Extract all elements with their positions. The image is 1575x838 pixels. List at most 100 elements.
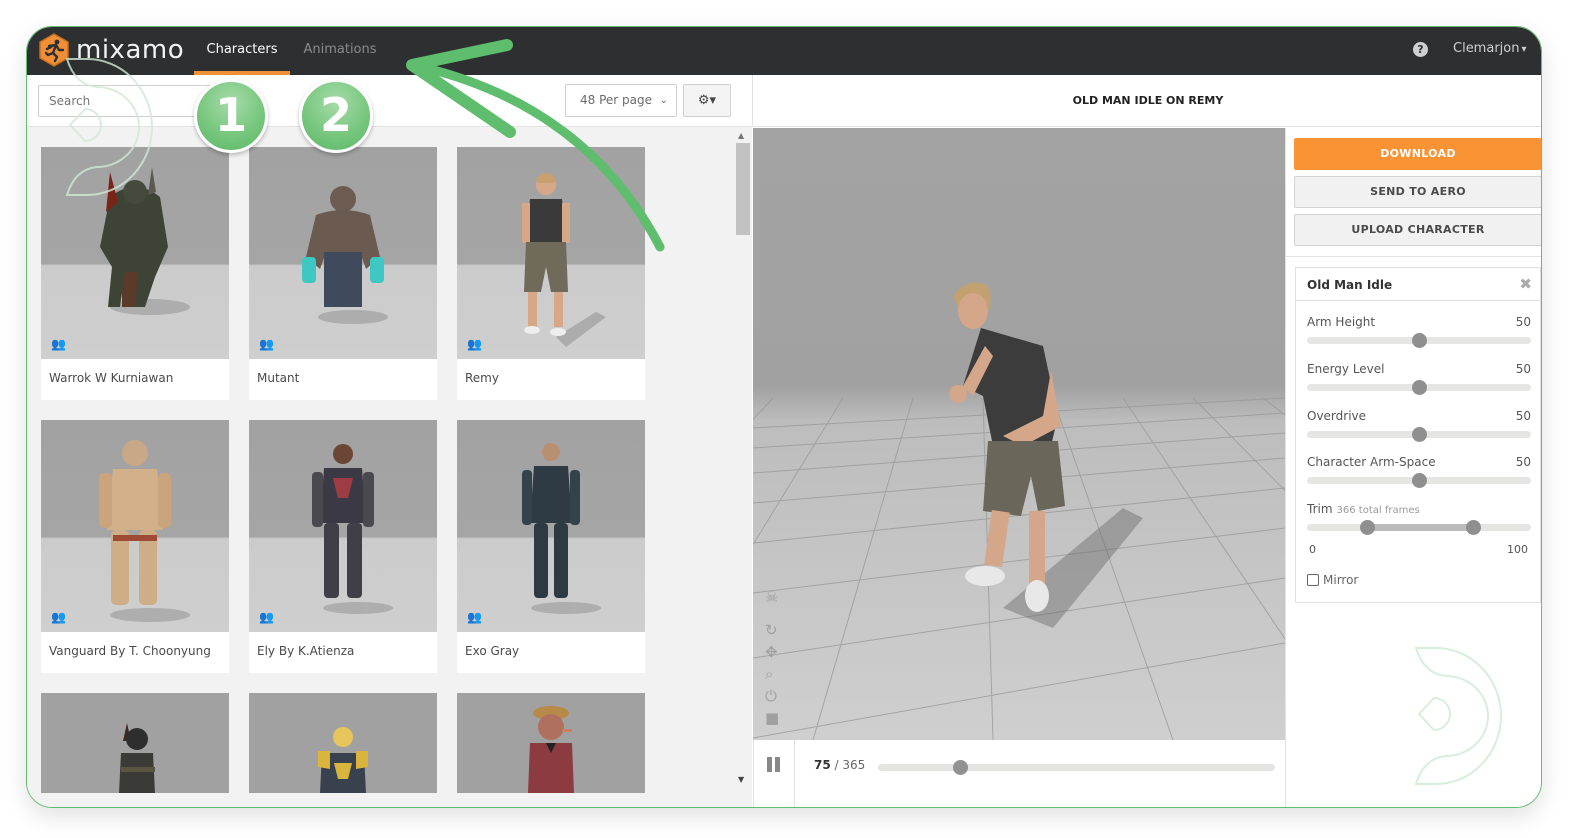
step-badge-2: 2 (299, 79, 373, 153)
zoom-icon[interactable]: ⌕ (765, 665, 773, 683)
actions-panel: DOWNLOAD SEND TO AERO UPLOAD CHARACTER O… (1285, 128, 1541, 807)
settings-dropdown-button[interactable]: ⚙▾ (683, 84, 731, 117)
scrollbar-thumb[interactable] (736, 143, 750, 235)
character-name: Exo Gray (465, 644, 520, 658)
send-to-aero-button[interactable]: SEND TO AERO (1294, 176, 1541, 208)
mirror-checkbox[interactable]: Mirror (1307, 573, 1358, 587)
param-value: 50 (1515, 455, 1531, 469)
upload-character-button[interactable]: UPLOAD CHARACTER (1294, 214, 1541, 246)
character-name: Ely By K.Atienza (257, 644, 355, 658)
characters-panel: 48 Per page ⌄ ⚙▾ 👥 (27, 75, 752, 807)
character-thumbnail: 👥 (457, 147, 645, 359)
mixamo-hex-icon (39, 33, 69, 67)
tab-animations[interactable]: Animations (295, 27, 385, 75)
character-thumbnail: 👥 (41, 420, 229, 632)
param-label: Character Arm-Space (1307, 455, 1436, 469)
scroll-down-arrow-icon[interactable]: ▼ (738, 775, 744, 784)
warrok-figure (100, 167, 190, 315)
pause-icon[interactable] (767, 757, 782, 772)
character-card[interactable] (457, 693, 645, 793)
tab-characters[interactable]: Characters (194, 27, 290, 75)
scroll-up-arrow-icon[interactable]: ▲ (738, 131, 744, 140)
armored-girl-figure (318, 727, 368, 793)
character-card[interactable]: 👥 Ely By K.Atienza (249, 420, 437, 673)
user-menu[interactable]: Clemarjon ▾ (1453, 41, 1527, 56)
character-name: Remy (465, 371, 499, 385)
character-card[interactable] (41, 693, 229, 793)
rotate-icon[interactable]: ↻ (765, 621, 778, 639)
timeline-handle[interactable] (952, 760, 968, 775)
close-icon[interactable]: ✖ (1519, 275, 1532, 293)
current-frame: 75 (814, 758, 831, 772)
param-label: Overdrive (1307, 409, 1367, 423)
playback-bar: 75 / 365 (753, 740, 1285, 807)
character-card[interactable]: 👥 Mutant (249, 147, 437, 400)
param-value: 50 (1515, 315, 1531, 329)
animation-panel-header: Old Man Idle ✖ (1296, 268, 1540, 301)
character-card[interactable]: 👥 Exo Gray (457, 420, 645, 673)
character-pair-icon: 👥 (51, 337, 66, 351)
gear-icon: ⚙▾ (697, 93, 717, 108)
character-thumbnail: 👥 (249, 147, 437, 359)
vanguard-figure (99, 440, 190, 622)
character-thumbnail: 👥 (41, 147, 229, 359)
power-icon[interactable]: ⏻ (765, 687, 777, 705)
param-label: Energy Level (1307, 362, 1385, 376)
character-pair-icon: 👥 (467, 610, 482, 624)
animation-name: Old Man Idle (1307, 278, 1393, 292)
remy-character-model (949, 282, 1065, 612)
hooded-archer-figure (119, 723, 155, 793)
character-name: Mutant (257, 371, 300, 385)
trim-selected-range (1367, 524, 1473, 531)
character-name: Warrok W Kurniawan (49, 371, 174, 385)
username: Clemarjon (1453, 41, 1520, 56)
slider-handle[interactable] (1412, 333, 1427, 348)
slider-handle[interactable] (1412, 473, 1427, 488)
remy-figure (522, 173, 606, 347)
param-label: Arm Height (1307, 315, 1376, 329)
tab-animations-label: Animations (303, 42, 377, 57)
character-name: Vanguard By T. Choonyung (49, 644, 211, 658)
overdrive-slider[interactable] (1307, 427, 1531, 442)
mixamo-logo[interactable]: mixamo (38, 33, 184, 67)
character-card[interactable]: 👥 Vanguard By T. Choonyung (41, 420, 229, 673)
per-page-select[interactable]: 48 Per page ⌄ (565, 84, 677, 117)
character-pair-icon: 👥 (259, 610, 274, 624)
character-thumbnail (457, 693, 645, 793)
param-value: 50 (1515, 409, 1531, 423)
help-icon[interactable]: ? (1413, 42, 1428, 57)
3d-viewport[interactable]: ☠ ↻ ✥ ⌕ ⏻ ■ (753, 128, 1285, 740)
logo-text: mixamo (76, 35, 185, 65)
character-pair-icon: 👥 (467, 337, 482, 351)
timeline-slider[interactable] (878, 760, 1275, 775)
camera-icon[interactable]: ■ (765, 709, 779, 727)
trim-end-handle[interactable] (1465, 520, 1481, 535)
checkbox-icon[interactable] (1307, 574, 1319, 586)
viewer-header: OLD MAN IDLE ON REMY (752, 75, 1541, 127)
frame-counter: 75 / 365 (814, 758, 865, 772)
character-card[interactable]: 👥 Warrok W Kurniawan (41, 147, 229, 400)
character-arm-space-slider[interactable] (1307, 473, 1531, 488)
frame-separator: / (830, 758, 843, 772)
download-button[interactable]: DOWNLOAD (1294, 138, 1541, 170)
decorative-watermark-icon (1414, 647, 1502, 785)
total-frames: 365 (842, 758, 866, 772)
top-nav-bar: mixamo Characters Animations ? Clemarjon… (27, 27, 1541, 75)
divider (794, 740, 795, 807)
character-card[interactable]: 👥 Remy (457, 147, 645, 400)
trim-total-frames: 366 total frames (1336, 505, 1420, 516)
skeleton-icon[interactable]: ☠ (765, 588, 778, 606)
ely-figure (312, 444, 393, 614)
per-page-value: 48 Per page (580, 93, 652, 107)
trim-start-handle[interactable] (1360, 520, 1376, 535)
arm-height-slider[interactable] (1307, 333, 1531, 348)
trim-label: Trim 366 total frames (1307, 502, 1420, 516)
slider-handle[interactable] (1412, 427, 1427, 442)
character-card[interactable] (249, 693, 437, 793)
energy-level-slider[interactable] (1307, 380, 1531, 395)
trim-range-slider[interactable] (1307, 520, 1531, 535)
character-thumbnail: 👥 (249, 420, 437, 632)
mirror-label: Mirror (1323, 573, 1359, 587)
slider-handle[interactable] (1412, 380, 1427, 395)
pan-icon[interactable]: ✥ (765, 643, 778, 661)
